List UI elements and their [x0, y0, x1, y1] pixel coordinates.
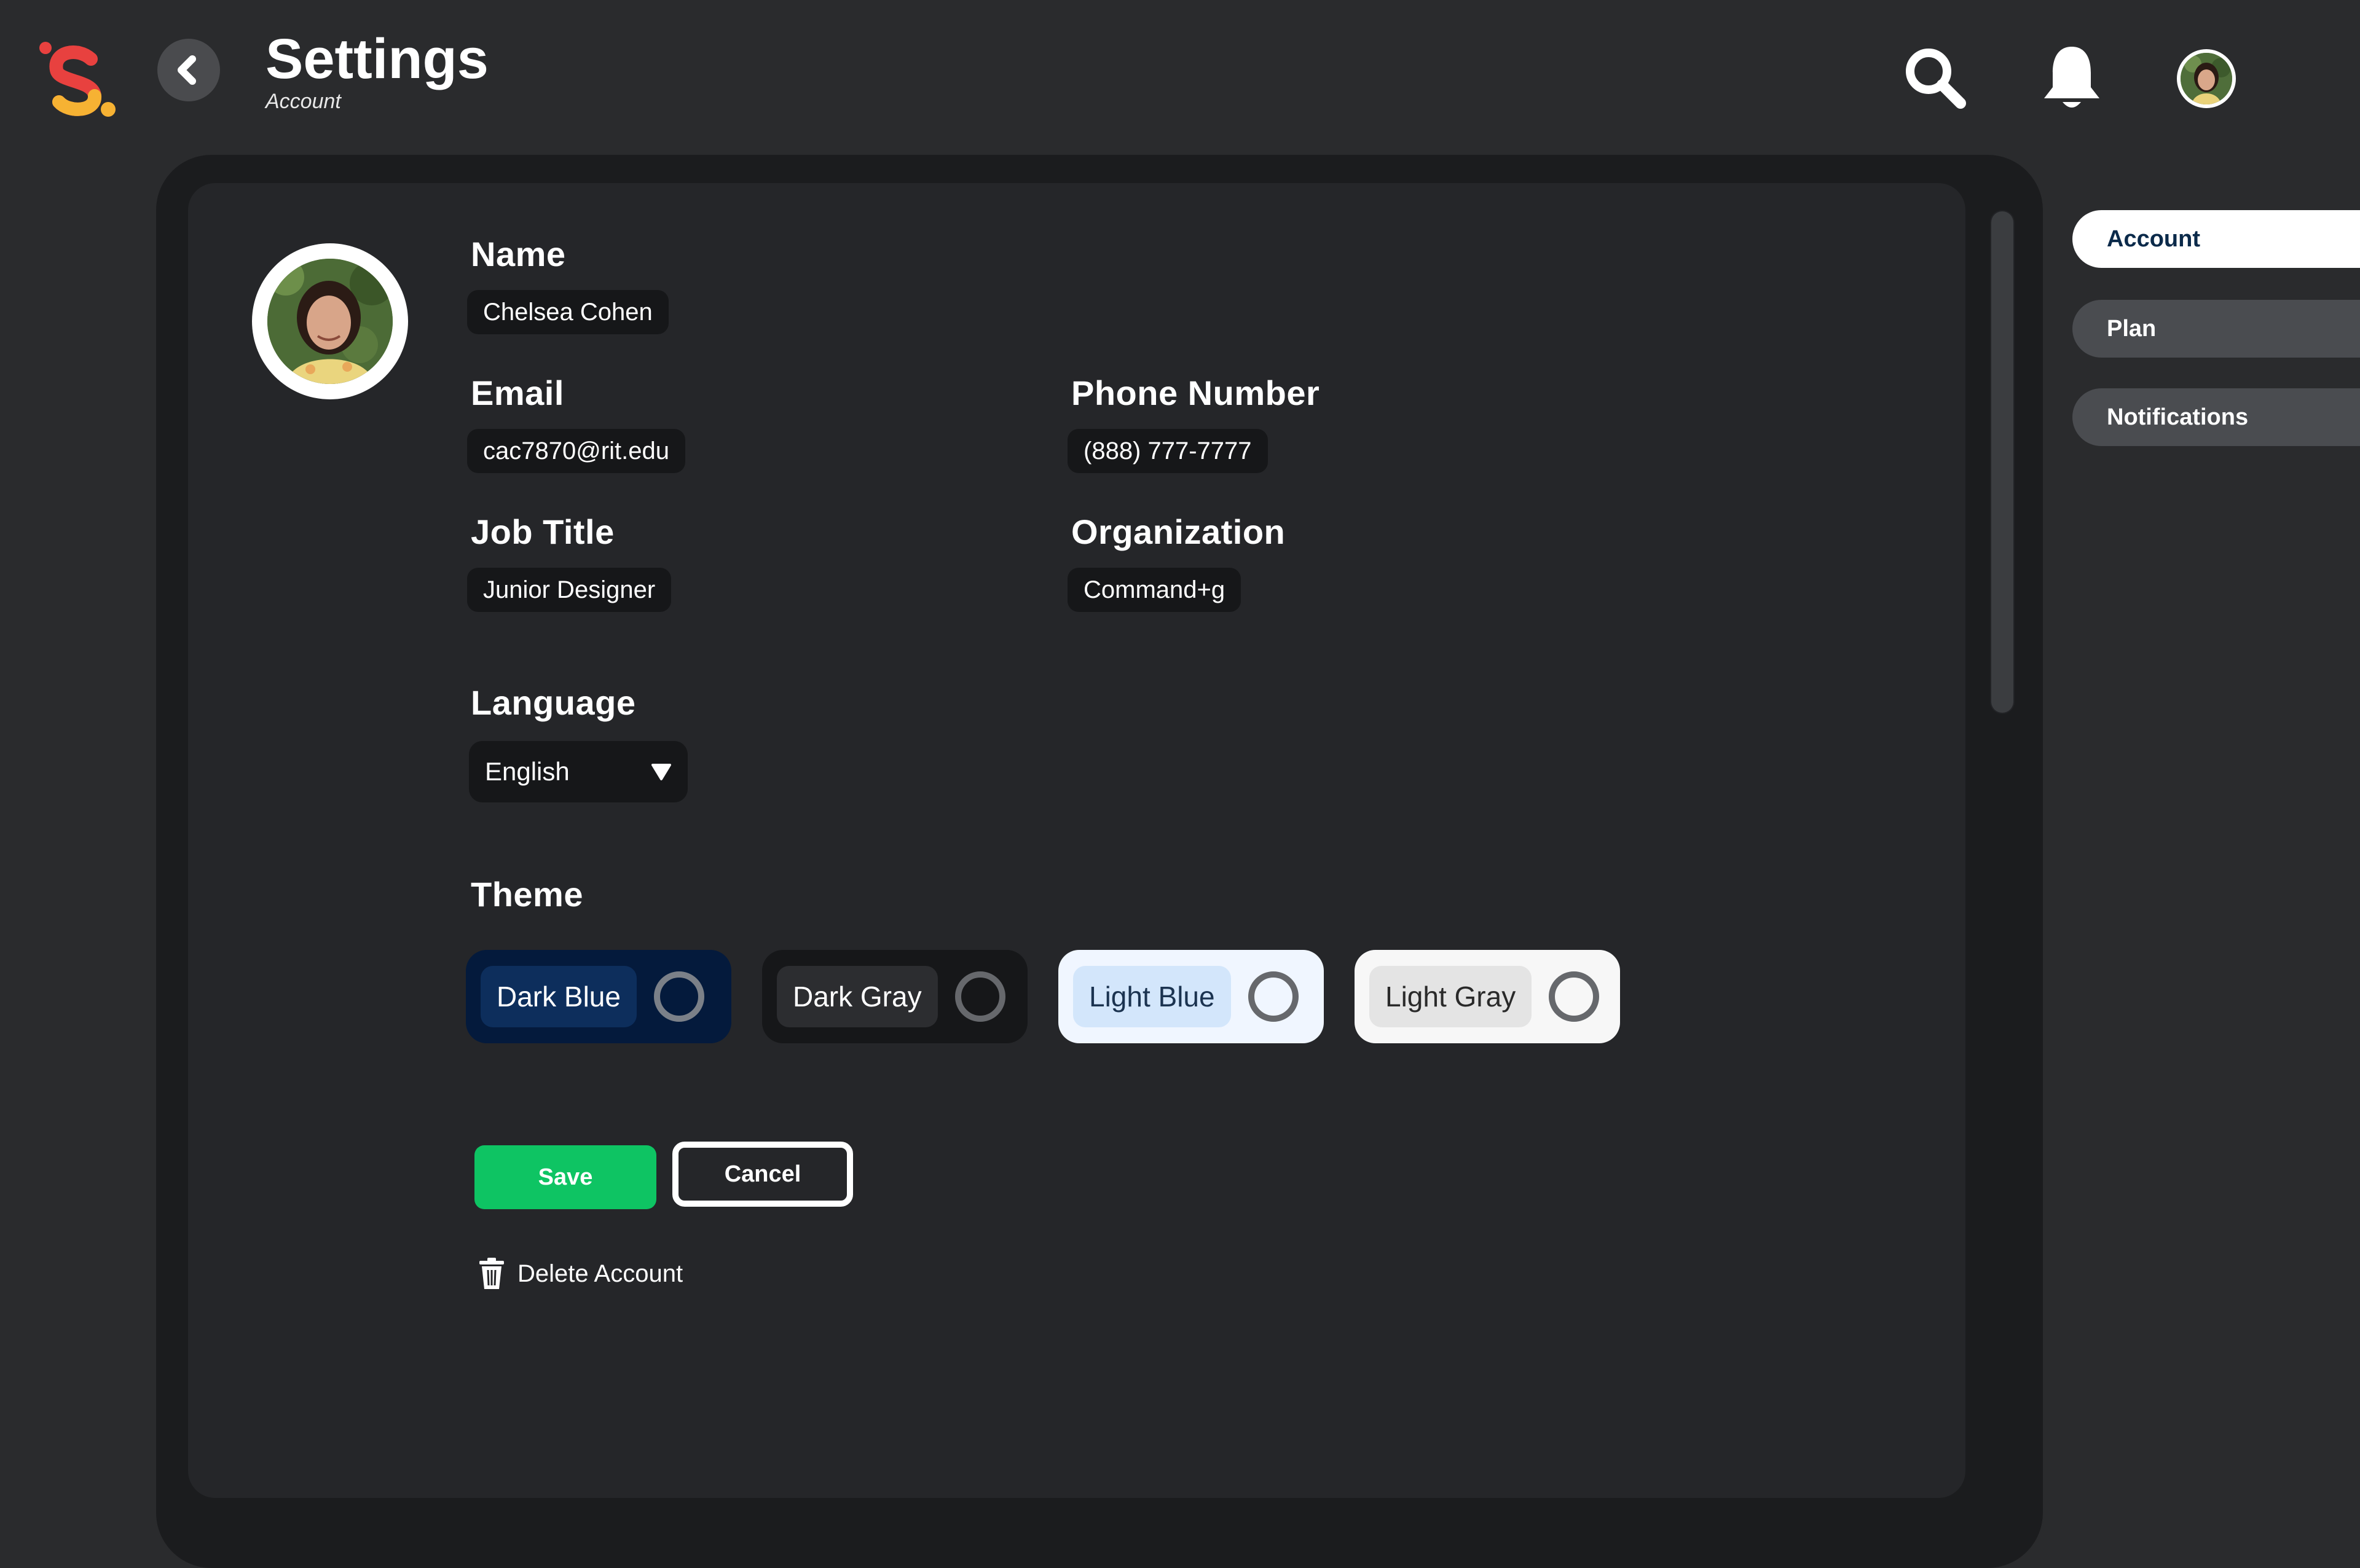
- theme-radio[interactable]: [653, 971, 704, 1022]
- theme-radio[interactable]: [954, 971, 1005, 1022]
- job-title-field[interactable]: Junior Designer: [467, 568, 672, 612]
- dropdown-caret-icon: [651, 764, 671, 780]
- theme-radio[interactable]: [1248, 971, 1299, 1022]
- save-button[interactable]: Save: [474, 1145, 656, 1209]
- theme-option-light-blue[interactable]: Light Blue: [1058, 950, 1324, 1043]
- theme-option-label: Dark Gray: [777, 966, 938, 1027]
- back-button[interactable]: [157, 39, 220, 101]
- tab-notifications[interactable]: Notifications: [2072, 388, 2360, 446]
- logo-icon[interactable]: [34, 34, 120, 120]
- back-arrow-icon: [178, 55, 196, 85]
- page-title: Settings: [266, 28, 489, 90]
- language-label: Language: [471, 683, 636, 722]
- profile-photo[interactable]: [252, 243, 408, 399]
- notifications-button[interactable]: [2038, 42, 2106, 116]
- name-label: Name: [471, 235, 566, 273]
- theme-label: Theme: [471, 875, 583, 914]
- theme-option-dark-gray[interactable]: Dark Gray: [762, 950, 1028, 1043]
- search-button[interactable]: [1902, 44, 1969, 112]
- theme-option-label: Dark Blue: [481, 966, 637, 1027]
- organization-field[interactable]: Command+g: [1068, 568, 1241, 612]
- phone-field[interactable]: (888) 777-7777: [1068, 429, 1268, 473]
- trash-icon: [479, 1258, 504, 1289]
- search-icon: [1906, 49, 1966, 109]
- tab-plan[interactable]: Plan: [2072, 300, 2360, 358]
- email-label: Email: [471, 374, 564, 412]
- phone-label: Phone Number: [1071, 374, 1320, 412]
- organization-label: Organization: [1071, 512, 1286, 551]
- theme-option-label: Light Gray: [1369, 966, 1532, 1027]
- delete-account-label: Delete Account: [517, 1260, 683, 1287]
- email-field[interactable]: cac7870@rit.edu: [467, 429, 686, 473]
- theme-radio[interactable]: [1549, 971, 1600, 1022]
- language-select[interactable]: English: [469, 741, 688, 802]
- job-title-label: Job Title: [471, 512, 615, 551]
- avatar[interactable]: [2177, 49, 2236, 108]
- name-field[interactable]: Chelsea Cohen: [467, 290, 669, 334]
- page-subtitle: Account: [266, 90, 341, 113]
- theme-option-light-gray[interactable]: Light Gray: [1355, 950, 1620, 1043]
- bell-icon: [2044, 47, 2099, 108]
- theme-option-label: Light Blue: [1073, 966, 1231, 1027]
- tab-account[interactable]: Account: [2072, 210, 2360, 268]
- theme-option-dark-blue[interactable]: Dark Blue: [466, 950, 731, 1043]
- delete-account-link[interactable]: Delete Account: [478, 1257, 683, 1290]
- language-select-value: English: [485, 757, 570, 786]
- scrollbar-thumb[interactable]: [1991, 211, 2013, 713]
- cancel-button[interactable]: Cancel: [672, 1142, 853, 1207]
